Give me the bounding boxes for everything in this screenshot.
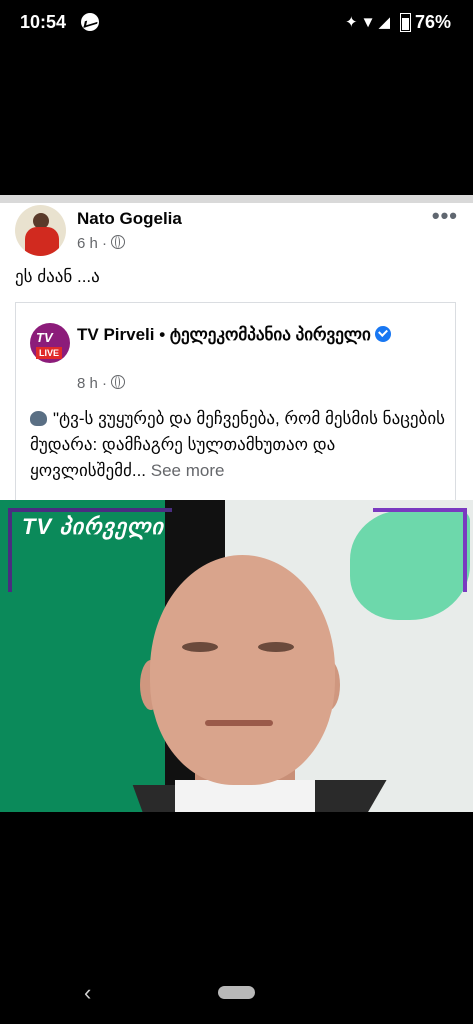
battery-icon [400, 13, 411, 32]
divider [0, 195, 473, 203]
verified-icon [374, 326, 391, 342]
page-avatar[interactable]: TV LIVE [30, 323, 70, 363]
shared-post-text: "ტვ-ს ვუყურებ და მეჩვენება, რომ მესმის ნ… [30, 409, 446, 480]
post-timestamp: 6 h · [77, 235, 126, 252]
author-name[interactable]: Nato Gogelia [77, 209, 182, 229]
battery-percent: 76% [414, 12, 451, 32]
status-bar: 10:54 ✦▼◢ 76% [0, 0, 473, 48]
post-photo[interactable]: TV პირველი [0, 500, 473, 812]
live-badge: LIVE [36, 347, 63, 359]
speaking-head-icon [30, 411, 47, 426]
more-options-icon[interactable]: ••• [432, 203, 458, 229]
signal-wifi-icons: ✦▼◢ [345, 14, 393, 31]
shared-page-name[interactable]: TV Pirveli • ტელეკომპანია პირველი [77, 323, 447, 347]
channel-logo: TV პირველი [22, 514, 164, 539]
home-pill[interactable] [218, 986, 255, 999]
globe-icon [111, 375, 126, 389]
post-text: ეს ძაან ...ა [15, 267, 100, 286]
back-icon[interactable]: ‹ [84, 980, 91, 1006]
person-head [150, 555, 335, 785]
globe-icon [111, 235, 126, 249]
author-avatar[interactable] [15, 205, 66, 256]
see-more-link[interactable]: See more [151, 461, 225, 480]
shared-post[interactable]: TV LIVE TV Pirveli • ტელეკომპანია პირველ… [15, 302, 456, 512]
shared-timestamp: 8 h · [77, 375, 126, 392]
navigation-bar: ‹ [0, 960, 473, 1024]
status-time: 10:54 [20, 12, 67, 32]
post-card: Nato Gogelia 6 h · ••• ეს ძაან ...ა TV L… [0, 195, 473, 512]
messenger-icon [81, 13, 99, 31]
